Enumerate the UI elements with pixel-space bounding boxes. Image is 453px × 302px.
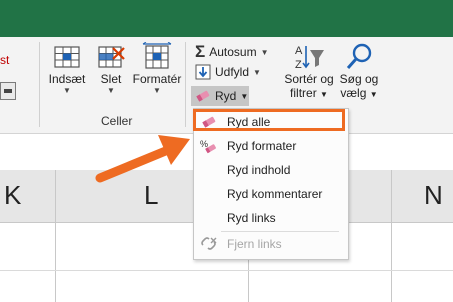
svg-text:%: %	[200, 139, 208, 149]
menu-item-remove-links: Fjern links	[194, 232, 348, 256]
menu-item-clear-contents[interactable]: Ryd indhold	[194, 158, 348, 182]
menu-item-label: Ryd links	[227, 211, 276, 225]
clear-formats-icon: %	[200, 139, 216, 154]
menu-item-clear-comments[interactable]: Ryd kommentarer	[194, 182, 348, 206]
menu-item-label: Fjern links	[227, 237, 282, 251]
remove-links-icon	[201, 237, 217, 250]
menu-item-clear-links[interactable]: Ryd links	[194, 206, 348, 230]
menu-item-clear-formats[interactable]: % Ryd formater	[194, 134, 348, 158]
menu-item-label: Ryd kommentarer	[227, 187, 323, 201]
menu-item-label: Ryd indhold	[227, 163, 291, 177]
menu-item-label: Ryd formater	[227, 139, 297, 153]
annotation-highlight-box	[193, 109, 345, 131]
